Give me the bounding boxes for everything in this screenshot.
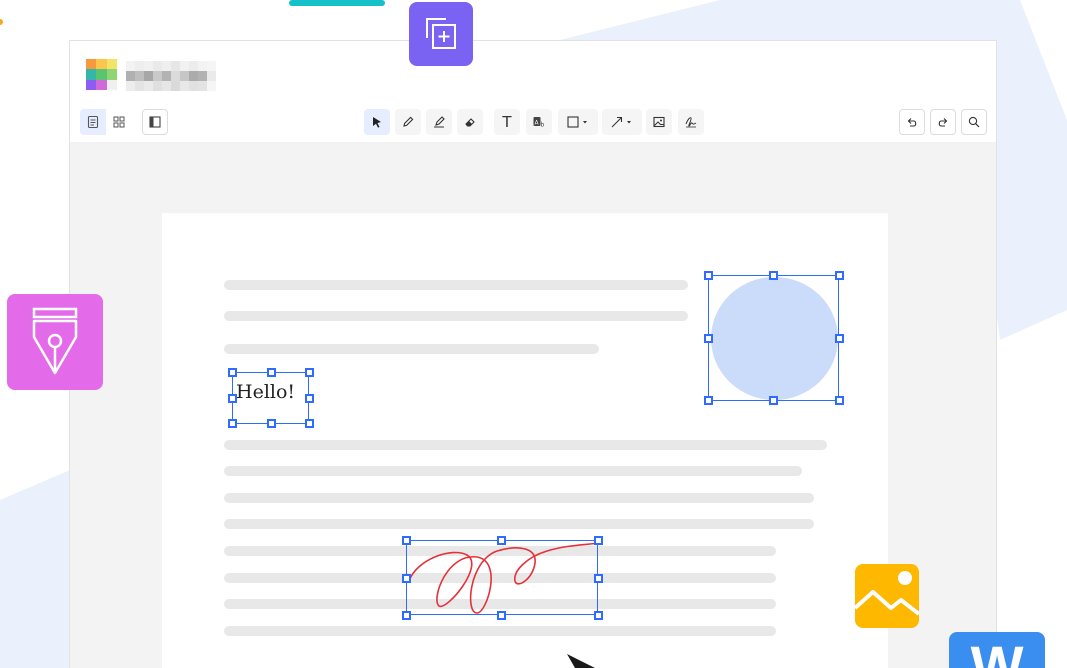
resize-handle[interactable]: [835, 396, 844, 405]
image-icon: [653, 116, 665, 128]
resize-handle[interactable]: [835, 334, 844, 343]
text-icon: T: [502, 113, 512, 131]
document-page[interactable]: Hello!: [162, 213, 888, 668]
page-icon: [87, 115, 99, 129]
cursor-icon: [373, 117, 381, 128]
text-line-placeholder: [224, 280, 688, 290]
text-line-placeholder: [224, 344, 599, 354]
eraser-icon: [465, 118, 475, 127]
copy-add-icon: [426, 18, 456, 49]
resize-handle[interactable]: [497, 536, 506, 545]
highlighter-tool-button[interactable]: [426, 109, 452, 135]
resize-handle[interactable]: [402, 611, 411, 620]
resize-handle[interactable]: [769, 396, 778, 405]
signature-stroke: [408, 542, 599, 614]
search-icon: [968, 116, 980, 128]
shape-annotation-selection[interactable]: [704, 271, 844, 405]
resize-handle[interactable]: [402, 536, 411, 545]
pen-tool-button[interactable]: [395, 109, 421, 135]
redo-icon: [938, 118, 948, 127]
copy-add-tile: [409, 2, 473, 66]
search-button[interactable]: [961, 109, 987, 135]
shape-tool-button[interactable]: [558, 109, 598, 135]
sidebar-toggle-button[interactable]: [142, 109, 168, 135]
text-line-placeholder: [224, 493, 814, 503]
resize-handle[interactable]: [267, 368, 276, 377]
redo-button[interactable]: [930, 109, 956, 135]
resize-handle[interactable]: [704, 271, 713, 280]
pen-nib-icon: [32, 307, 78, 375]
text-line-placeholder: [224, 626, 776, 636]
grid-view-button[interactable]: [106, 109, 132, 135]
resize-handle[interactable]: [594, 611, 603, 620]
text-tool-button[interactable]: T: [494, 109, 520, 135]
resize-handle[interactable]: [305, 368, 314, 377]
rectangle-icon: [567, 116, 587, 128]
signature-annotation-selection[interactable]: [402, 536, 603, 620]
undo-button[interactable]: [899, 109, 925, 135]
resize-handle[interactable]: [228, 419, 237, 428]
arrow-tool-button[interactable]: [602, 109, 642, 135]
pen-icon: [403, 116, 414, 127]
undo-icon: [907, 118, 917, 127]
highlighter-icon: [434, 116, 445, 128]
app-title-redacted: [126, 61, 218, 91]
text-line-placeholder: [224, 440, 827, 450]
window-header: T Ab: [70, 41, 996, 142]
text-line-placeholder: [224, 311, 688, 321]
resize-handle[interactable]: [305, 394, 314, 403]
text-annotation[interactable]: Hello!: [236, 381, 295, 403]
select-tool-button[interactable]: [364, 109, 390, 135]
signature-icon: [685, 117, 697, 128]
image-tool-button[interactable]: [646, 109, 672, 135]
arrow-icon: [611, 116, 631, 128]
resize-handle[interactable]: [305, 419, 314, 428]
sidebar-icon: [149, 116, 161, 128]
mouse-cursor-icon: [567, 654, 595, 668]
ocr-tool-button[interactable]: Ab: [526, 109, 552, 135]
resize-handle[interactable]: [835, 271, 844, 280]
text-recognition-icon: Ab: [533, 117, 545, 129]
word-tile: W: [949, 632, 1045, 668]
resize-handle[interactable]: [594, 536, 603, 545]
resize-handle[interactable]: [228, 368, 237, 377]
svg-text:b: b: [541, 122, 545, 129]
image-tile: [855, 564, 919, 628]
single-page-view-button[interactable]: [80, 109, 106, 135]
resize-handle[interactable]: [402, 574, 411, 583]
grid-icon: [113, 116, 125, 128]
word-icon: W: [970, 634, 1024, 668]
stage: T Ab Hello! W: [0, 0, 1067, 668]
resize-handle[interactable]: [497, 611, 506, 620]
resize-handle[interactable]: [594, 574, 603, 583]
text-line-placeholder: [224, 519, 814, 529]
resize-handle[interactable]: [267, 419, 276, 428]
resize-handle[interactable]: [704, 334, 713, 343]
resize-handle[interactable]: [228, 394, 237, 403]
pen-nib-tile: [7, 294, 103, 390]
eraser-tool-button[interactable]: [457, 109, 483, 135]
circle-shape[interactable]: [711, 277, 838, 400]
text-annotation-selection[interactable]: Hello!: [228, 368, 314, 428]
resize-handle[interactable]: [704, 396, 713, 405]
image-icon: [855, 571, 919, 616]
resize-handle[interactable]: [769, 271, 778, 280]
app-logo: [86, 59, 117, 90]
text-line-placeholder: [224, 466, 802, 476]
signature-tool-button[interactable]: [678, 109, 704, 135]
